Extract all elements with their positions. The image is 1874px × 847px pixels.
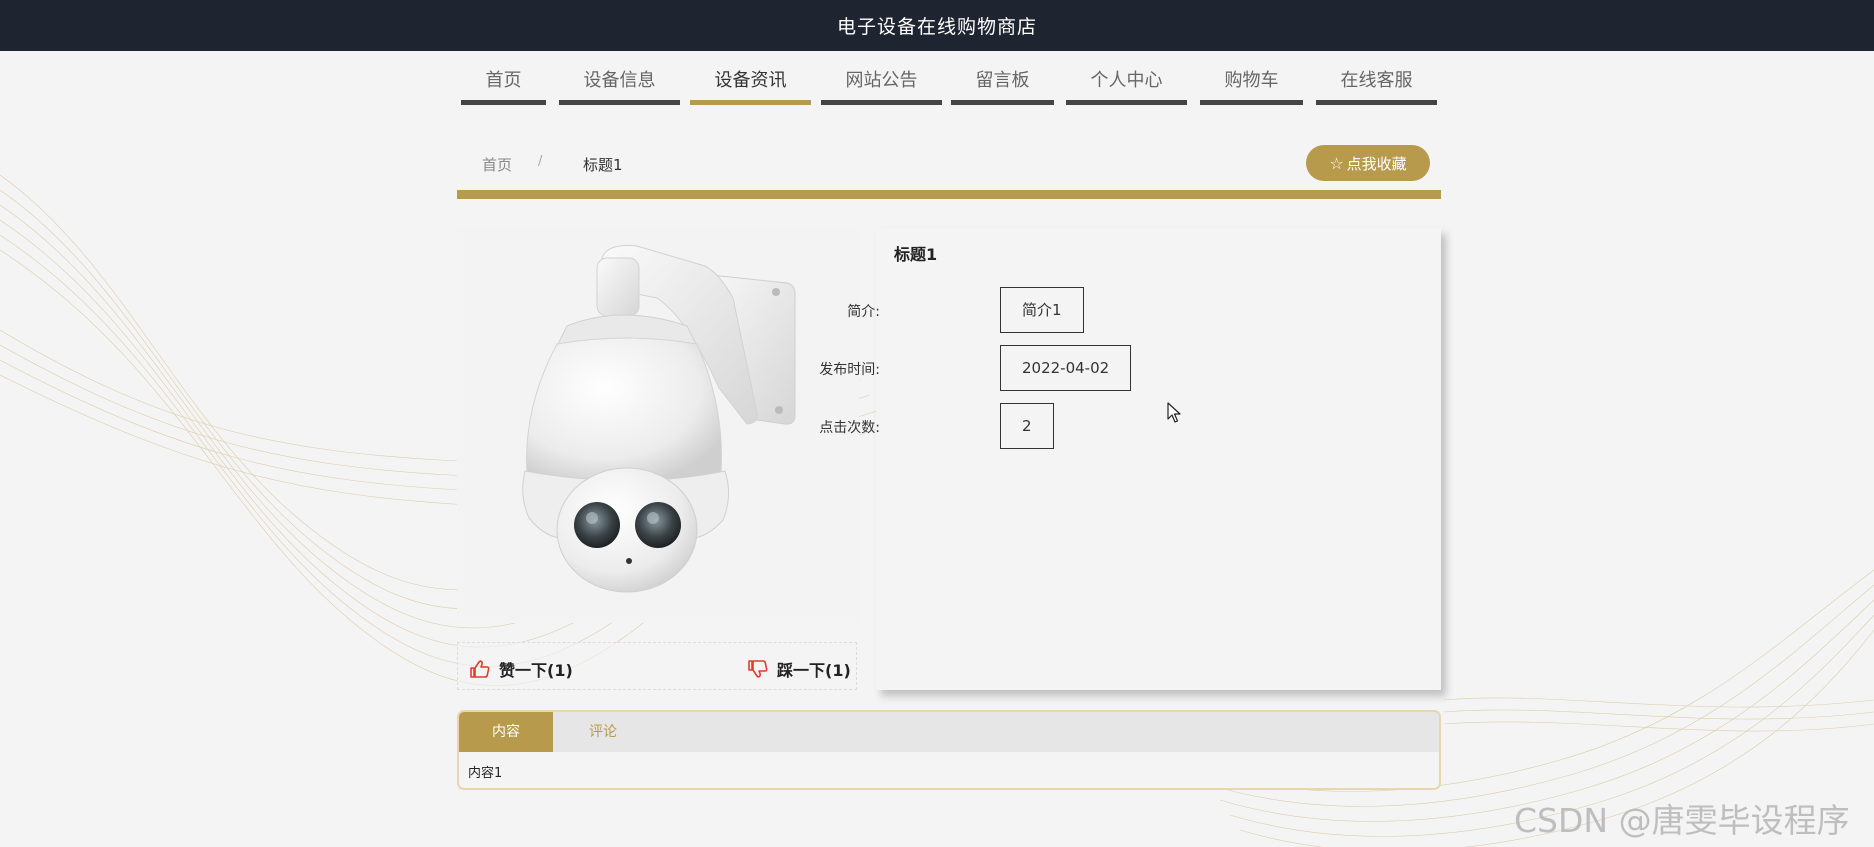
nav-item-announcements[interactable]: 网站公告	[821, 65, 942, 105]
favorite-button-label: 点我收藏	[1346, 154, 1407, 173]
detail-title: 标题1	[894, 245, 938, 264]
nav-item-home[interactable]: 首页	[461, 65, 546, 105]
tab-content[interactable]: 内容	[459, 712, 553, 752]
nav-item-online-service[interactable]: 在线客服	[1316, 65, 1437, 105]
click-count-value: 2	[1000, 403, 1054, 449]
dislike-label: 踩一下(1)	[777, 661, 851, 680]
dislike-button[interactable]: 踩一下(1)	[748, 657, 851, 681]
site-title: 电子设备在线购物商店	[836, 16, 1037, 38]
star-outline-icon: ☆	[1329, 153, 1344, 173]
site-title-bar: 电子设备在线购物商店	[0, 0, 1874, 51]
vote-bar: 赞一下(1) 踩一下(1)	[457, 642, 857, 690]
nav-item-device-info[interactable]: 设备信息	[559, 65, 680, 105]
nav-item-device-news[interactable]: 设备资讯	[690, 65, 811, 105]
summary-label: 简介:	[847, 304, 880, 320]
mouse-cursor-icon	[1167, 402, 1181, 423]
click-count-label: 点击次数:	[819, 420, 880, 436]
nav-item-message-board[interactable]: 留言板	[951, 65, 1054, 105]
content-tabs: 内容 评论 内容1	[457, 710, 1441, 790]
like-button[interactable]: 赞一下(1)	[470, 657, 573, 681]
breadcrumb-separator: /	[538, 154, 543, 169]
breadcrumb-home[interactable]: 首页	[482, 156, 512, 174]
publish-time-value: 2022-04-02	[1000, 345, 1132, 391]
like-label: 赞一下(1)	[499, 661, 573, 680]
nav-item-cart[interactable]: 购物车	[1200, 65, 1303, 105]
thumbs-up-icon	[470, 660, 490, 678]
tab-content-body: 内容1	[468, 766, 503, 781]
main-nav: 首页 设备信息 设备资讯 网站公告 留言板 个人中心 购物车 在线客服	[0, 51, 1874, 107]
tab-comments[interactable]: 评论	[553, 712, 653, 752]
watermark: CSDN @唐雯毕设程序	[1514, 801, 1850, 840]
tabs-header: 内容 评论	[459, 712, 1439, 752]
detail-card	[876, 228, 1441, 690]
nav-item-personal-center[interactable]: 个人中心	[1066, 65, 1187, 105]
publish-time-label: 发布时间:	[819, 362, 880, 378]
summary-value: 简介1	[1000, 287, 1084, 333]
favorite-button[interactable]: ☆ 点我收藏	[1306, 145, 1430, 181]
section-divider	[457, 190, 1441, 199]
breadcrumb: 首页 / 标题1	[482, 154, 623, 175]
thumbs-down-icon	[748, 660, 768, 678]
breadcrumb-current: 标题1	[583, 156, 623, 174]
